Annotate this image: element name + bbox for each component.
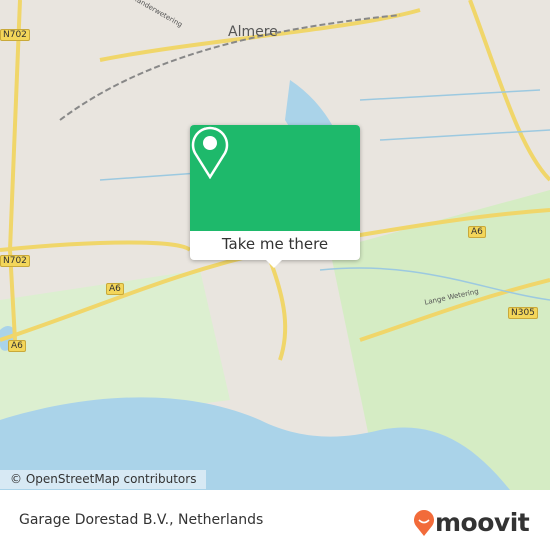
road-shield: A6	[8, 340, 26, 352]
map-attribution[interactable]: © OpenStreetMap contributors	[0, 470, 207, 489]
location-popup[interactable]: Take me there	[190, 125, 360, 268]
footer: Garage Dorestad B.V., Netherlands moovit	[0, 490, 550, 550]
take-me-there-button[interactable]: Take me there	[190, 231, 360, 260]
place-name: Garage Dorestad B.V., Netherlands	[19, 512, 264, 528]
city-label: Almere	[228, 24, 278, 40]
brand-name: moovit	[435, 508, 530, 537]
road-shield: N305	[508, 307, 538, 319]
moovit-pin-icon	[414, 509, 434, 536]
road-shield: N702	[0, 29, 30, 41]
road-shield: N702	[0, 255, 30, 267]
road-shield: A6	[468, 226, 486, 238]
map[interactable]: Almere Alexanderwetering Lange Wetering …	[0, 0, 550, 490]
road-shield: A6	[106, 283, 124, 295]
map-pin-icon	[191, 126, 229, 179]
moovit-logo: moovit	[413, 508, 530, 537]
